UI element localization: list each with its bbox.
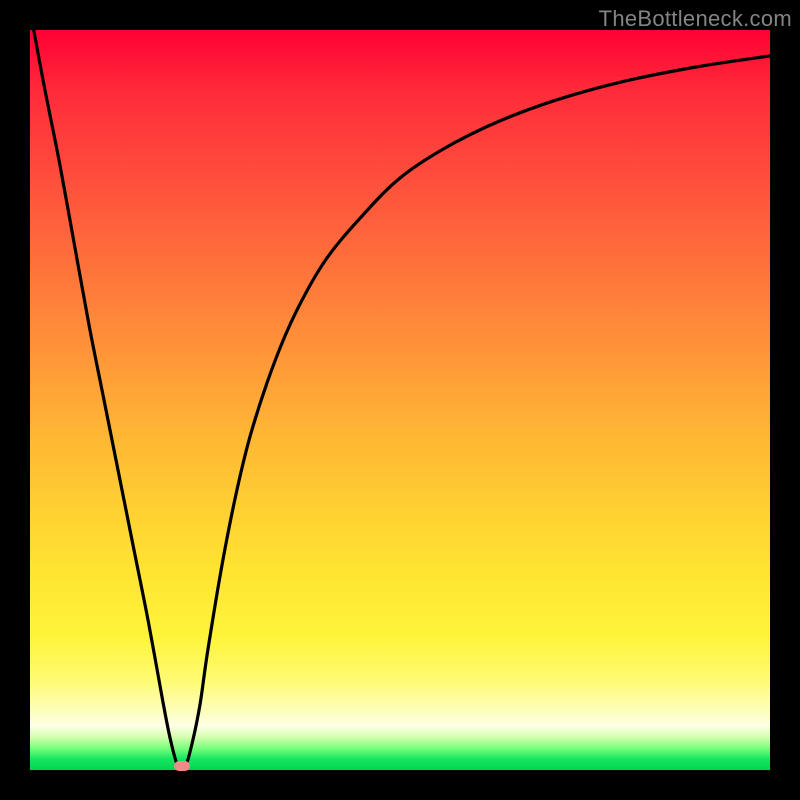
- plot-area: [30, 30, 770, 770]
- optimal-point-marker: [174, 761, 190, 771]
- bottleneck-curve: [30, 30, 770, 770]
- watermark-text: TheBottleneck.com: [599, 6, 792, 32]
- chart-frame: TheBottleneck.com: [0, 0, 800, 800]
